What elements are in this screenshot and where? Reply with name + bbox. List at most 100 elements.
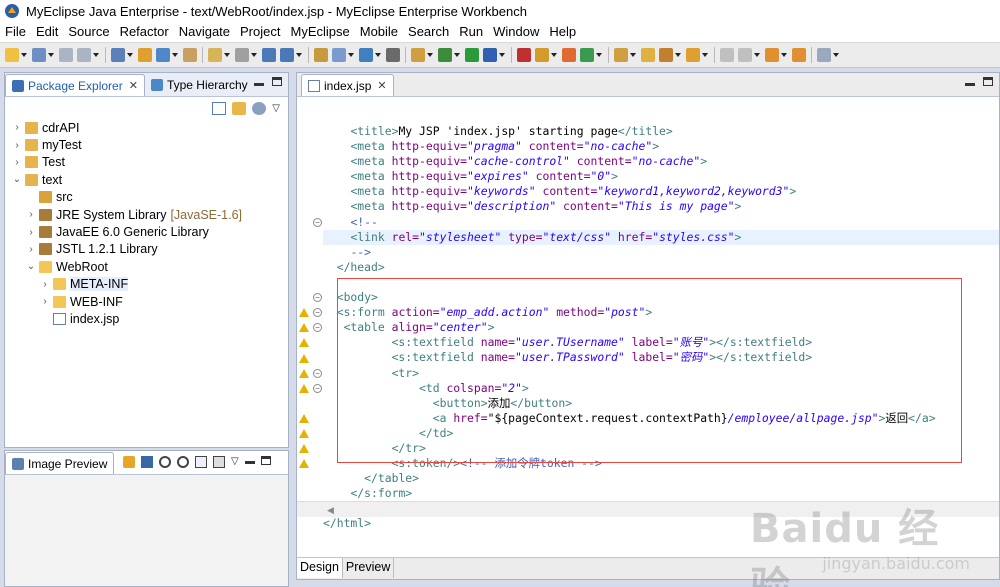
code-line[interactable]: </head> [323, 260, 999, 275]
refresh-icon[interactable] [123, 456, 135, 468]
fold-toggle-icon[interactable]: − [313, 368, 322, 378]
toolbar-button-11-icon[interactable] [262, 48, 276, 62]
toolbar-button-7-icon[interactable] [156, 48, 170, 62]
tree-item-jre-system-library[interactable]: › JRE System Library [JavaSE-1.6] [11, 206, 288, 223]
code-line[interactable]: <!-- [323, 215, 999, 230]
fold-toggle-icon[interactable]: − [313, 217, 322, 227]
toolbar-button-28-icon[interactable] [686, 48, 700, 62]
menu-file[interactable]: File [0, 22, 31, 42]
maximize-icon[interactable] [983, 77, 993, 86]
warning-icon[interactable] [299, 459, 309, 469]
close-icon[interactable]: ✕ [129, 79, 138, 92]
chevron-down-icon[interactable] [348, 53, 354, 57]
chevron-down-icon[interactable] [375, 53, 381, 57]
tree-item-webroot[interactable]: ⌄ WebRoot [11, 258, 288, 275]
collapsed-chevron-icon[interactable]: › [39, 279, 51, 290]
menu-source[interactable]: Source [63, 22, 114, 42]
warning-icon[interactable] [299, 383, 309, 393]
toolbar-button-17-icon[interactable] [411, 48, 425, 62]
menu-project[interactable]: Project [235, 22, 285, 42]
tree-item-javaee-6-0-generic-library[interactable]: › JavaEE 6.0 Generic Library [11, 223, 288, 240]
chevron-down-icon[interactable] [630, 53, 636, 57]
tree-item-jstl-1-2-1-library[interactable]: › JSTL 1.2.1 Library [11, 241, 288, 258]
code-line[interactable]: </table> [323, 471, 999, 486]
chevron-down-icon[interactable] [754, 53, 760, 57]
expanded-chevron-icon[interactable]: ⌄ [25, 261, 37, 272]
minimize-icon[interactable] [254, 83, 264, 86]
code-line[interactable]: </html> [323, 516, 999, 531]
chevron-down-icon[interactable] [48, 53, 54, 57]
view-menu-icon[interactable] [252, 101, 267, 115]
toolbar-button-4-icon[interactable] [77, 48, 91, 62]
toolbar-button-23-icon[interactable] [562, 48, 576, 62]
toolbar-button-26-icon[interactable] [641, 48, 655, 62]
toolbar-button-3-icon[interactable] [59, 48, 73, 62]
toolbar-button-29-icon[interactable] [720, 48, 734, 62]
collapsed-chevron-icon[interactable]: › [11, 140, 23, 151]
collapsed-chevron-icon[interactable]: › [39, 296, 51, 307]
code-line[interactable]: <link rel="stylesheet" type="text/css" h… [323, 229, 999, 245]
chevron-down-icon[interactable] [251, 53, 257, 57]
menu-window[interactable]: Window [488, 22, 544, 42]
code-line[interactable]: <meta http-equiv="keywords" content="key… [323, 184, 999, 199]
link-with-editor-icon[interactable] [232, 101, 247, 115]
toolbar-button-10-icon[interactable] [235, 48, 249, 62]
toolbar-button-15-icon[interactable] [359, 48, 373, 62]
close-icon[interactable]: ✕ [377, 79, 386, 92]
toolbar-button-6-icon[interactable] [138, 48, 152, 62]
tab-design[interactable]: Design [297, 558, 343, 578]
collapsed-chevron-icon[interactable]: › [25, 244, 37, 255]
chevron-down-icon[interactable] [702, 53, 708, 57]
toolbar-button-18-icon[interactable] [438, 48, 452, 62]
fit-image-icon[interactable] [141, 456, 153, 468]
collapsed-chevron-icon[interactable]: › [11, 122, 23, 133]
code-line[interactable]: </s:form> [323, 486, 999, 501]
warning-icon[interactable] [299, 353, 309, 363]
collapsed-chevron-icon[interactable]: › [25, 227, 37, 238]
fold-toggle-icon[interactable]: − [313, 383, 322, 393]
maximize-icon[interactable] [260, 456, 271, 465]
warning-icon[interactable] [299, 323, 309, 333]
menu-edit[interactable]: Edit [31, 22, 63, 42]
chevron-down-icon[interactable] [675, 53, 681, 57]
tab-image-preview[interactable]: Image Preview [5, 452, 115, 474]
toolbar-button-32-icon[interactable] [792, 48, 806, 62]
menu-search[interactable]: Search [403, 22, 454, 42]
toolbar-button-5-icon[interactable] [111, 48, 125, 62]
chevron-down-icon[interactable] [833, 53, 839, 57]
minimize-icon[interactable] [244, 461, 255, 464]
menu-help[interactable]: Help [544, 22, 581, 42]
tab-package-explorer[interactable]: Package Explorer ✕ [5, 74, 145, 96]
menu-navigate[interactable]: Navigate [174, 22, 235, 42]
toolbar-button-8-icon[interactable] [183, 48, 197, 62]
tab-type-hierarchy[interactable]: Type Hierarchy [145, 74, 254, 96]
full-screen-icon[interactable] [213, 456, 225, 468]
chevron-down-icon[interactable] [93, 53, 99, 57]
fold-toggle-icon[interactable]: − [313, 308, 322, 318]
chevron-down-icon[interactable] [224, 53, 230, 57]
chevron-down-icon[interactable] [296, 53, 302, 57]
menu-mobile[interactable]: Mobile [355, 22, 403, 42]
warning-icon[interactable] [299, 338, 309, 348]
horizontal-scrollbar[interactable]: ◀ [297, 501, 999, 517]
warning-icon[interactable] [299, 308, 309, 318]
toolbar-button-20-icon[interactable] [483, 48, 497, 62]
scroll-left-icon[interactable]: ◀ [327, 505, 334, 516]
menu-myeclipse[interactable]: MyEclipse [285, 22, 354, 42]
zoom-out-icon[interactable] [159, 456, 171, 468]
chevron-down-icon[interactable] [499, 53, 505, 57]
chevron-down-icon[interactable] [172, 53, 178, 57]
warning-icon[interactable] [299, 368, 309, 378]
code-line[interactable]: --> [323, 245, 999, 260]
chevron-down-icon[interactable]: ▽ [272, 103, 280, 114]
view-menu-chevron-icon[interactable]: ▽ [231, 456, 239, 468]
menu-refactor[interactable]: Refactor [115, 22, 174, 42]
toolbar-button-1-icon[interactable] [5, 48, 19, 62]
collapse-all-icon[interactable] [212, 101, 227, 115]
actual-size-icon[interactable] [195, 456, 207, 468]
toolbar-button-22-icon[interactable] [535, 48, 549, 62]
toolbar-button-9-icon[interactable] [208, 48, 222, 62]
fold-toggle-icon[interactable]: − [313, 323, 322, 333]
code-line[interactable]: <meta http-equiv="pragma" content="no-ca… [323, 139, 999, 154]
tab-preview[interactable]: Preview [343, 558, 395, 578]
